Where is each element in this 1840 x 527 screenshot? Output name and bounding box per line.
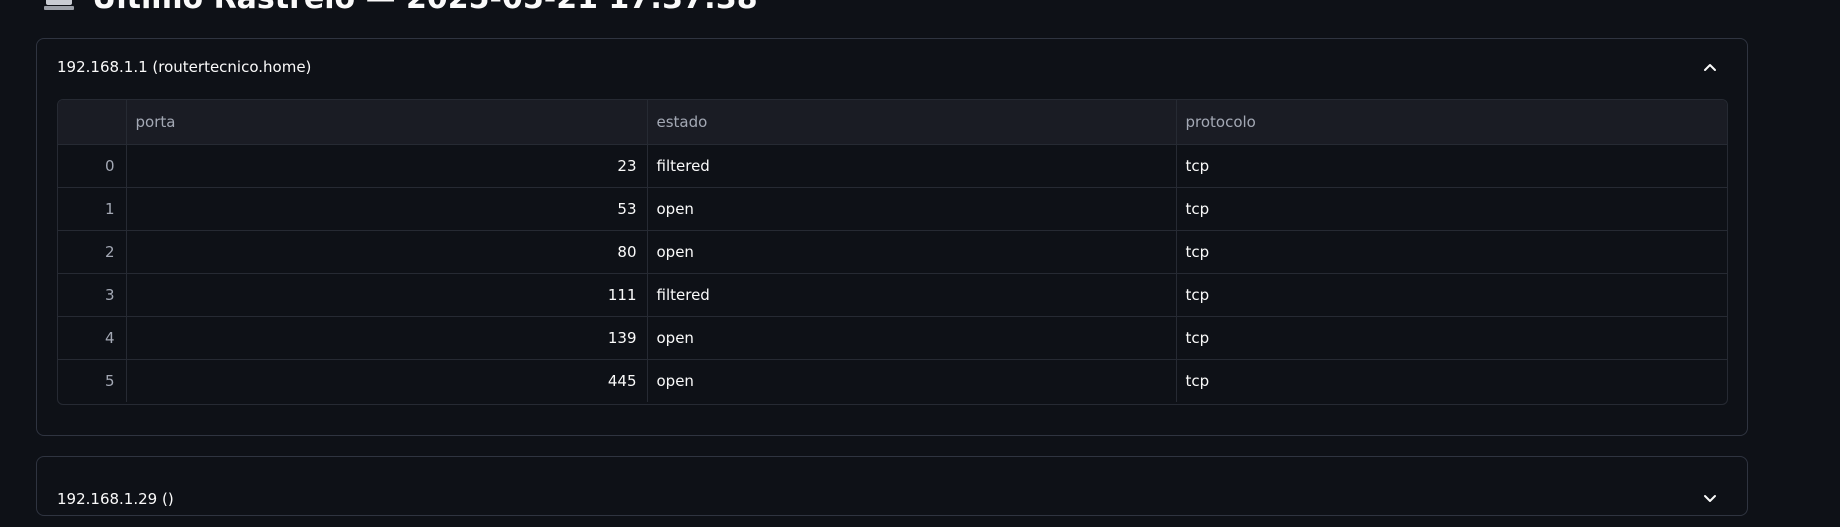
host-expander: 192.168.1.1 (routertecnico.home) porta e… [36,38,1748,436]
cell-protocolo[interactable]: tcp [1176,230,1727,274]
cell-porta[interactable]: 445 [126,359,648,402]
ports-table[interactable]: porta estado protocolo 0 23 filtered tcp… [57,99,1728,405]
cell-estado[interactable]: open [647,187,1177,231]
column-header-porta[interactable]: porta [126,100,648,145]
chevron-up-icon [1703,60,1717,74]
table-row: 2 80 open tcp [58,230,1727,274]
table-row: 1 53 open tcp [58,187,1727,231]
cell-protocolo[interactable]: tcp [1176,273,1727,317]
cell-protocolo[interactable]: tcp [1176,144,1727,188]
row-index[interactable]: 1 [58,187,127,231]
cell-estado[interactable]: open [647,316,1177,360]
cell-porta[interactable]: 53 [126,187,648,231]
computer-icon [44,0,74,11]
table-row: 0 23 filtered tcp [58,144,1727,188]
row-index[interactable]: 0 [58,144,127,188]
column-header-estado[interactable]: estado [647,100,1177,145]
host-label: 192.168.1.1 (routertecnico.home) [57,58,312,76]
column-header-index[interactable] [58,100,127,145]
cell-estado[interactable]: open [647,359,1177,402]
row-index[interactable]: 5 [58,359,127,402]
cell-estado[interactable]: open [647,230,1177,274]
table-row: 3 111 filtered tcp [58,273,1727,317]
chevron-down-icon [1703,492,1717,506]
cell-estado[interactable]: filtered [647,273,1177,317]
cell-porta[interactable]: 111 [126,273,648,317]
host-label: 192.168.1.29 () [57,490,174,508]
cell-protocolo[interactable]: tcp [1176,359,1727,402]
row-index[interactable]: 2 [58,230,127,274]
table-header-row: porta estado protocolo [58,100,1727,145]
row-index[interactable]: 4 [58,316,127,360]
host-expander-header[interactable]: 192.168.1.1 (routertecnico.home) [57,39,1727,95]
cell-porta[interactable]: 80 [126,230,648,274]
host-expander-header[interactable]: 192.168.1.29 () [57,471,1727,527]
cell-protocolo[interactable]: tcp [1176,316,1727,360]
table-row: 4 139 open tcp [58,316,1727,360]
host-expander: 192.168.1.29 () [36,456,1748,516]
page-title-text: Último Rastreio — 2025-05-21 17:37:38 [92,0,758,16]
page-title: Último Rastreio — 2025-05-21 17:37:38 [44,0,758,16]
cell-protocolo[interactable]: tcp [1176,187,1727,231]
row-index[interactable]: 3 [58,273,127,317]
column-header-protocolo[interactable]: protocolo [1176,100,1727,145]
cell-porta[interactable]: 23 [126,144,648,188]
cell-porta[interactable]: 139 [126,316,648,360]
table-row: 5 445 open tcp [58,359,1727,402]
cell-estado[interactable]: filtered [647,144,1177,188]
